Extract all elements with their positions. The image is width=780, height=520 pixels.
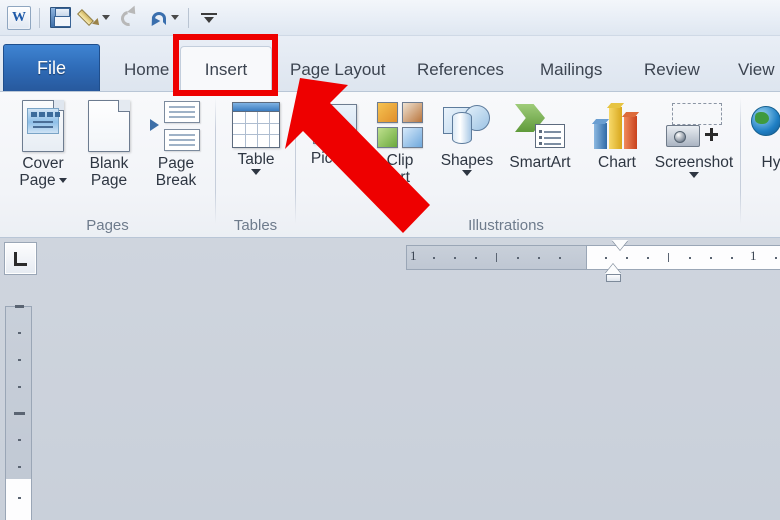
vertical-ruler[interactable] — [5, 305, 32, 520]
chart-label: Chart — [598, 154, 636, 171]
tab-file[interactable]: File — [3, 44, 100, 92]
blank-page-label-line2: Page — [90, 172, 128, 189]
ruler-number-left: 1 — [410, 248, 417, 263]
tab-home[interactable]: Home — [112, 48, 181, 92]
screenshot-button[interactable]: Screenshot — [648, 103, 740, 178]
tab-mailings[interactable]: Mailings — [528, 48, 614, 92]
customize-glyph — [200, 9, 218, 27]
pointer-arrow-annotation — [285, 78, 430, 233]
insert-tab-highlight-box — [173, 34, 278, 96]
hanging-indent-marker[interactable] — [605, 264, 621, 274]
cover-page-label-line1: Cover — [22, 155, 64, 172]
first-line-indent-marker[interactable] — [612, 240, 628, 250]
tab-stop-selector-button[interactable] — [4, 242, 37, 275]
screenshot-icon — [666, 103, 722, 149]
left-indent-marker[interactable] — [606, 274, 621, 282]
pencil-glyph — [77, 7, 102, 29]
table-label: Table — [237, 151, 275, 168]
shapes-dropdown-caret-icon[interactable] — [462, 170, 472, 176]
cover-page-label-line2: Page — [19, 172, 67, 189]
cover-page-button[interactable]: Cover Page — [13, 100, 73, 189]
screenshot-dropdown-caret-icon[interactable] — [689, 172, 699, 178]
hyperlink-icon — [751, 106, 780, 146]
word-logo-glyph: W — [7, 5, 31, 30]
page-break-label-line2: Break — [155, 172, 197, 189]
floppy-disk-glyph — [49, 7, 71, 28]
tab-review[interactable]: Review — [632, 48, 712, 92]
blank-page-button[interactable]: Blank Page — [80, 100, 138, 189]
screenshot-label: Screenshot — [654, 154, 734, 171]
ribbon-group-links: Hy — [741, 92, 780, 238]
smartart-label: SmartArt — [509, 154, 571, 171]
smartart-icon — [515, 104, 565, 148]
toolbar-divider-2 — [188, 7, 189, 28]
save-icon[interactable] — [45, 3, 75, 33]
word-application-window: W File Home Insert Page Layout Reference… — [0, 0, 780, 520]
document-workspace: 1 1 — [0, 238, 780, 520]
tab-view[interactable]: View — [726, 48, 780, 92]
redo-glyph — [118, 5, 140, 29]
smartart-button[interactable]: SmartArt — [502, 104, 578, 171]
customize-dropdown-icon[interactable] — [194, 3, 224, 33]
cover-page-icon — [22, 100, 64, 152]
chart-icon — [591, 103, 640, 149]
blank-page-icon — [88, 100, 130, 152]
quick-access-toolbar: W — [0, 0, 780, 36]
page-break-label-line1: Page — [157, 155, 195, 172]
group-label-pages: Pages — [86, 217, 129, 234]
undo-glyph — [147, 8, 169, 28]
pencil-icon[interactable] — [75, 3, 105, 33]
cover-page-dropdown-caret-icon[interactable] — [58, 178, 67, 184]
toolbar-divider-1 — [39, 7, 40, 28]
chart-button[interactable]: Chart — [590, 103, 644, 171]
horizontal-ruler[interactable]: 1 1 — [406, 245, 780, 270]
hyperlink-button[interactable]: Hy — [749, 106, 780, 171]
left-tab-stop-icon — [14, 251, 27, 266]
page-break-icon — [150, 100, 202, 152]
ruler-number-one-inch: 1 — [750, 248, 757, 263]
hyperlink-label: Hy — [761, 154, 780, 171]
page-break-button[interactable]: Page Break — [145, 100, 207, 189]
word-logo-icon[interactable]: W — [4, 3, 34, 33]
ribbon-group-pages: Cover Page Blank Page Page Break Pages — [0, 92, 215, 238]
vertical-ruler-page-zone — [6, 479, 31, 520]
undo-icon[interactable] — [144, 3, 174, 33]
blank-page-label-line1: Blank — [89, 155, 129, 172]
redo-icon[interactable] — [114, 3, 144, 33]
table-dropdown-caret-icon[interactable] — [251, 169, 261, 175]
arrow-shape — [285, 78, 430, 233]
